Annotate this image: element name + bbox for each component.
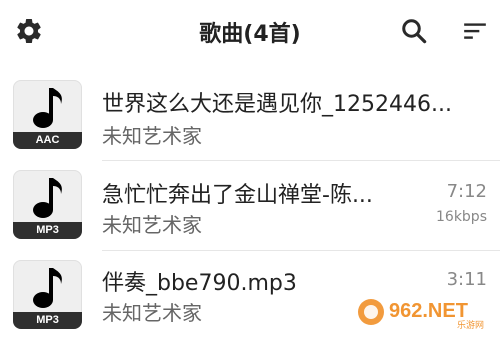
music-note-icon <box>33 88 62 128</box>
search-button[interactable] <box>397 14 431 48</box>
album-thumbnail: MP3 <box>13 170 82 239</box>
watermark-text: 962.NET <box>389 300 468 322</box>
sort-button[interactable] <box>458 14 492 48</box>
music-note-icon <box>33 268 62 308</box>
app-header: 歌曲(4首) <box>0 0 500 62</box>
song-title: 世界这么大还是遇见你_1252446... <box>102 92 452 117</box>
album-thumbnail: AAC <box>13 80 82 149</box>
music-note-icon <box>33 178 62 218</box>
list-item[interactable]: MP3 急忙忙奔出了金山禅堂-陈... 未知艺术家 7:12 16kbps <box>0 161 500 251</box>
artist-name: 未知艺术家 <box>102 124 202 148</box>
format-label: MP3 <box>13 312 82 329</box>
artist-name: 未知艺术家 <box>102 213 202 237</box>
watermark-subtext: 乐游网 <box>457 319 484 331</box>
song-duration: 3:11 <box>446 269 487 290</box>
format-label: MP3 <box>13 222 82 239</box>
song-duration: 7:12 <box>446 181 487 202</box>
format-label: AAC <box>13 132 82 149</box>
sort-icon <box>464 23 486 39</box>
list-item[interactable]: AAC 世界这么大还是遇见你_1252446... 未知艺术家 <box>0 70 500 160</box>
song-bitrate: 16kbps <box>436 209 487 225</box>
album-thumbnail: MP3 <box>13 260 82 329</box>
artist-name: 未知艺术家 <box>102 301 202 325</box>
song-title: 急忙忙奔出了金山禅堂-陈... <box>102 183 373 208</box>
site-watermark: 962.NET 乐游网 <box>358 299 484 331</box>
search-icon <box>402 19 427 44</box>
